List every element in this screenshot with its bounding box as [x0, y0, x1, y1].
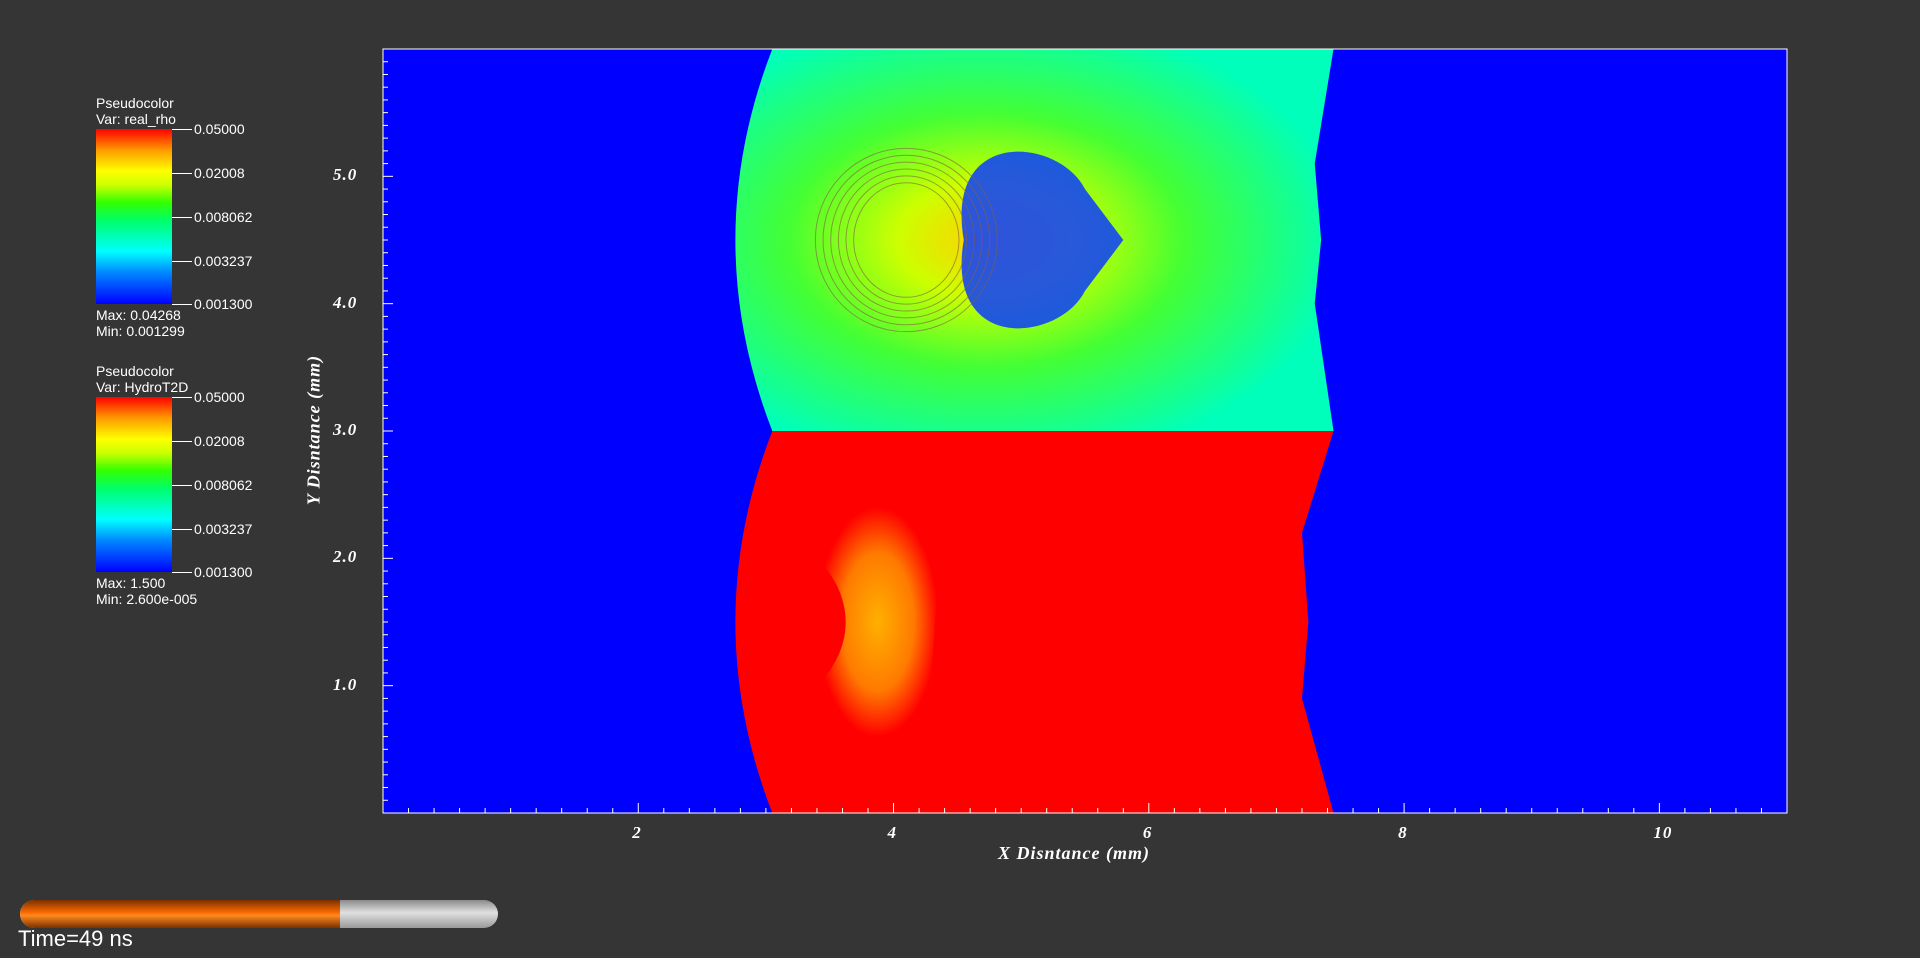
y-tick-label: 3.0	[333, 420, 358, 439]
plot-area	[382, 48, 1788, 814]
y-tick-label: 2.0	[333, 547, 358, 567]
time-progress-fill	[20, 900, 341, 928]
time-progress-bar[interactable]	[20, 900, 498, 928]
x-tick-label: 10	[1653, 823, 1673, 842]
plot-content	[383, 49, 1787, 813]
x-axis-label: X Disntance (mm)	[998, 843, 1151, 863]
x-tick-label: 8	[1398, 823, 1408, 842]
y-tick-label: 5.0	[333, 165, 358, 185]
x-tick-label: 6	[1142, 823, 1153, 842]
y-axis-label: Y Disntance (mm)	[303, 354, 324, 506]
x-tick-label: 2	[632, 823, 642, 842]
x-tick-label: 4	[887, 823, 898, 842]
lower-region	[735, 431, 1334, 813]
time-label: Time=49 ns	[18, 926, 133, 951]
y-tick-label: 1.0	[333, 674, 358, 694]
y-tick-label: 4.0	[333, 292, 358, 312]
